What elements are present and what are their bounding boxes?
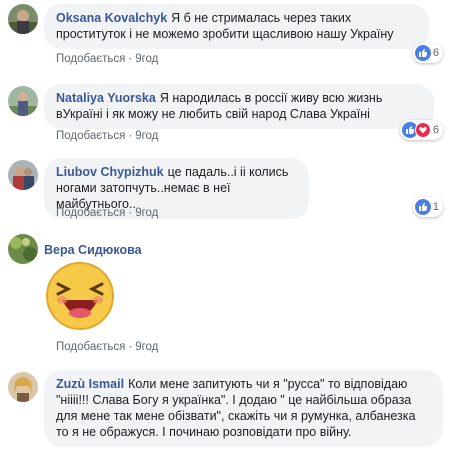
timestamp[interactable]: 9год	[135, 130, 158, 142]
timestamp[interactable]: 9год	[135, 53, 158, 65]
like-reaction-icon	[414, 199, 431, 215]
comment-meta: Подобається · 9год	[56, 53, 158, 65]
comment-bubble: Oksana Kovalchyk Я б не стрималась через …	[44, 4, 429, 49]
like-link[interactable]: Подобається	[56, 53, 125, 65]
comment-meta: Подобається · 9год	[56, 341, 158, 353]
comment-author[interactable]: Liubov Chypizhuk	[56, 165, 164, 179]
love-reaction-icon	[414, 122, 431, 138]
comment-bubble: Nataliya Yuorska Я народилась в россії жи…	[44, 84, 434, 129]
comment-author[interactable]: Nataliya Yuorska	[56, 91, 156, 105]
comment-bubble: Zuzù Ismail Коли мене запитують чи я "рус…	[44, 370, 443, 447]
avatar[interactable]	[8, 160, 38, 190]
reaction-summary[interactable]: 6	[399, 120, 443, 140]
like-link[interactable]: Подобається	[56, 207, 125, 219]
reaction-count: 6	[432, 47, 439, 59]
reaction-count: 1	[432, 201, 439, 213]
reaction-summary[interactable]: 6	[412, 43, 443, 63]
separator: ·	[128, 130, 133, 142]
laughing-face-sticker-icon	[44, 260, 116, 332]
comment-bubble: Вера Сидюкова	[44, 236, 244, 258]
timestamp[interactable]: 9год	[135, 207, 158, 219]
comment-author[interactable]: Zuzù Ismail	[56, 377, 124, 391]
separator: ·	[128, 207, 133, 219]
avatar[interactable]	[8, 4, 38, 34]
avatar[interactable]	[8, 86, 38, 116]
comment-author[interactable]: Oksana Kovalchyk	[56, 11, 167, 25]
comment-meta: Подобається · 9год	[56, 207, 158, 219]
like-reaction-icon	[414, 45, 431, 61]
reaction-summary[interactable]: 1	[412, 197, 443, 217]
timestamp[interactable]: 9год	[135, 341, 158, 353]
separator: ·	[128, 341, 133, 353]
separator: ·	[128, 53, 133, 65]
like-link[interactable]: Подобається	[56, 130, 125, 142]
comment-meta: Подобається · 9год	[56, 130, 158, 142]
comment-author[interactable]: Вера Сидюкова	[44, 243, 142, 257]
avatar[interactable]	[8, 234, 38, 264]
reaction-count: 6	[432, 124, 439, 136]
like-link[interactable]: Подобається	[56, 341, 125, 353]
avatar[interactable]	[8, 372, 38, 402]
